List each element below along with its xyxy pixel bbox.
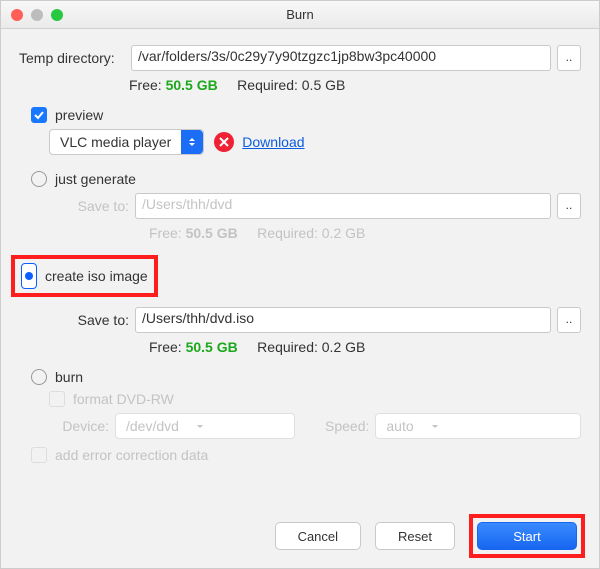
jg-browse-button: .. [557, 193, 581, 219]
format-dvdrw-label: format DVD-RW [73, 391, 174, 407]
temp-free-value: 50.5 GB [166, 77, 218, 93]
device-value: /dev/dvd [116, 418, 189, 434]
jg-save-to-label: Save to: [49, 198, 129, 214]
temp-free-label: Free: [129, 77, 162, 93]
error-icon [214, 132, 234, 152]
temp-required-label: Required: [237, 77, 298, 93]
iso-save-to-input[interactable]: /Users/thh/dvd.iso [135, 307, 551, 333]
speed-select: auto [375, 413, 581, 439]
create-iso-highlight: create iso image [11, 255, 158, 297]
cancel-button[interactable]: Cancel [275, 522, 361, 550]
jg-free-value: 50.5 GB [186, 225, 238, 241]
preview-label: preview [55, 107, 103, 123]
chevron-down-icon [424, 414, 446, 438]
iso-save-to-label: Save to: [49, 312, 129, 328]
speed-value: auto [376, 418, 423, 434]
device-label: Device: [49, 418, 109, 434]
jg-required-value: 0.2 GB [322, 225, 366, 241]
temp-dir-browse-button[interactable]: .. [557, 45, 581, 71]
window-title: Burn [1, 7, 599, 22]
chevron-updown-icon [181, 130, 203, 154]
start-button[interactable]: Start [477, 522, 577, 550]
iso-free-label: Free: [149, 339, 182, 355]
just-generate-radio[interactable] [31, 171, 47, 187]
burn-radio[interactable] [31, 369, 47, 385]
ecc-label: add error correction data [55, 447, 208, 463]
burn-label: burn [55, 369, 83, 385]
start-highlight: Start [469, 514, 585, 558]
format-dvdrw-checkbox [49, 391, 65, 407]
jg-save-to-input: /Users/thh/dvd [135, 193, 551, 219]
iso-required-label: Required: [257, 339, 318, 355]
preview-checkbox[interactable] [31, 107, 47, 123]
create-iso-label: create iso image [45, 268, 148, 284]
download-link[interactable]: Download [242, 134, 304, 150]
temp-required-value: 0.5 GB [302, 77, 346, 93]
chevron-down-icon [189, 414, 211, 438]
preview-player-select[interactable]: VLC media player [49, 129, 204, 155]
jg-required-label: Required: [257, 225, 318, 241]
iso-free-value: 50.5 GB [186, 339, 238, 355]
ecc-checkbox [31, 447, 47, 463]
just-generate-label: just generate [55, 171, 136, 187]
titlebar: Burn [1, 1, 599, 29]
create-iso-radio[interactable] [21, 263, 37, 289]
preview-player-value: VLC media player [50, 134, 181, 150]
reset-button[interactable]: Reset [375, 522, 455, 550]
temp-dir-label: Temp directory: [19, 50, 131, 66]
burn-dialog-window: Burn Temp directory: /var/folders/3s/0c2… [0, 0, 600, 569]
temp-dir-input[interactable]: /var/folders/3s/0c29y7y90tzgzc1jp8bw3pc4… [131, 45, 551, 71]
speed-label: Speed: [325, 418, 369, 434]
jg-free-label: Free: [149, 225, 182, 241]
device-select: /dev/dvd [115, 413, 295, 439]
iso-required-value: 0.2 GB [322, 339, 366, 355]
iso-browse-button[interactable]: .. [557, 307, 581, 333]
